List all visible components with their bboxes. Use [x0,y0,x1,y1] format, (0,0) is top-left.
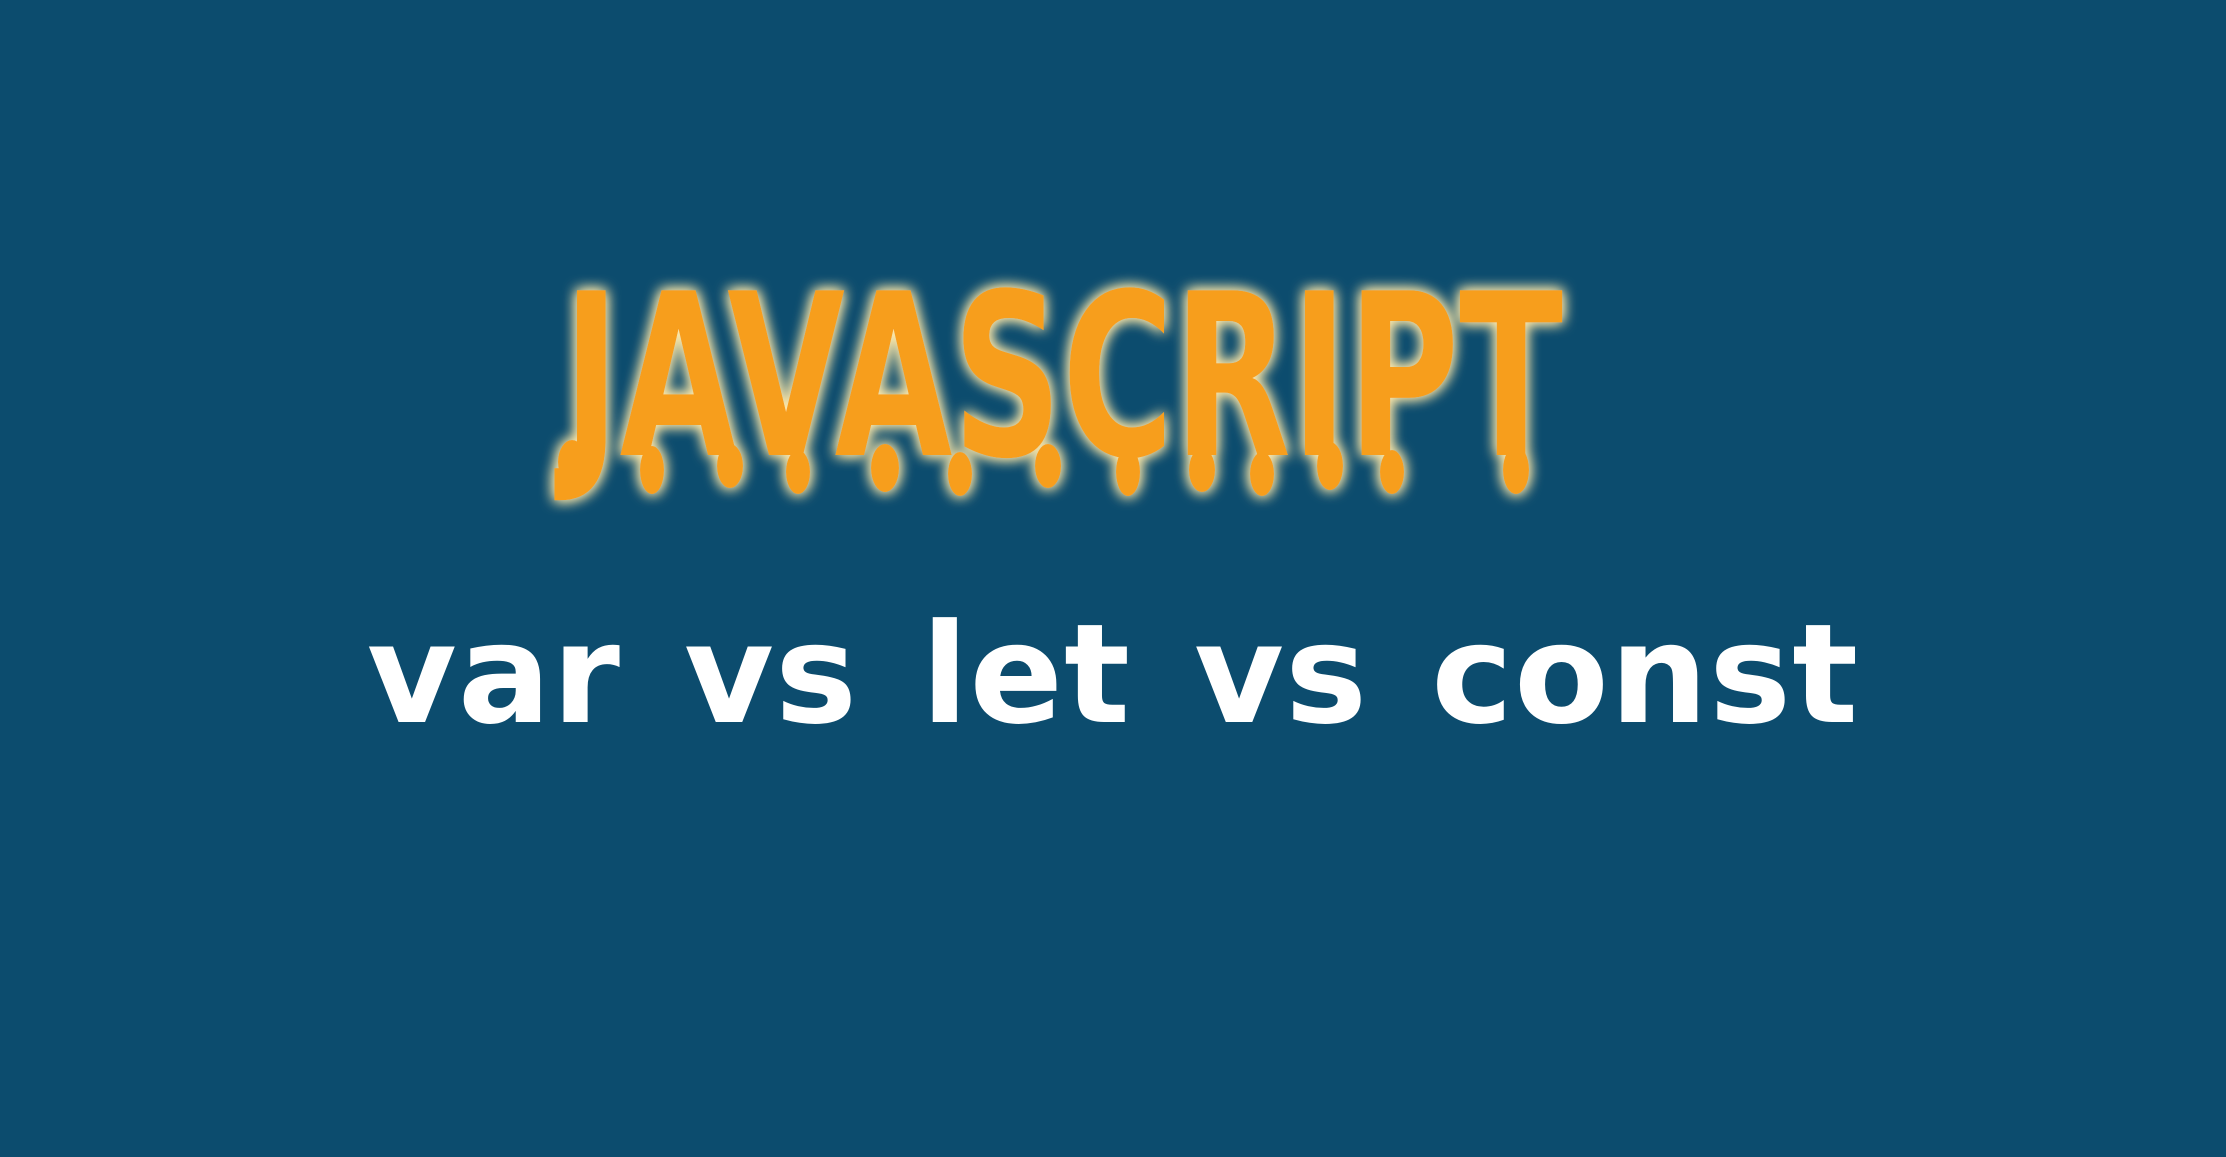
banner: JAVASCRIPT var vs let vs const [0,0,2226,1157]
var-let-const-subtitle: var vs let vs const [366,594,1860,755]
javascript-title: JAVASCRIPT [554,246,1563,509]
javascript-drip-title: JAVASCRIPT [554,246,1563,509]
